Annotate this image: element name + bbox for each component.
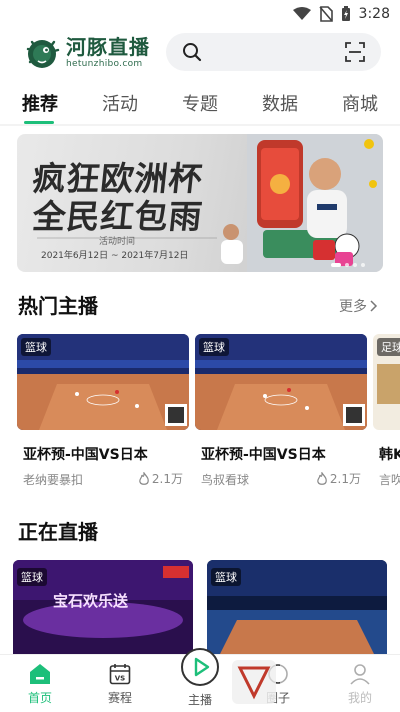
live-card-overlay-text: 宝石欢乐送 <box>53 592 129 610</box>
banner-subtitle: 活动时间 <box>99 237 136 247</box>
more-link[interactable]: 更多 <box>339 296 378 316</box>
battery-icon <box>341 6 350 21</box>
status-bar: 3:28 <box>0 0 400 28</box>
category-tabs: 推荐 活动 专题 数据 商城 <box>0 80 400 124</box>
nav-home-label: 首页 <box>27 691 52 705</box>
banner-pagination <box>331 263 365 267</box>
hot-stream-card[interactable]: 篮球 亚杯预-中国VS日本 老纳要暴扣 2.1万 <box>17 334 189 496</box>
stream-thumbnail: 篮球 <box>195 334 367 430</box>
site-watermark-logo <box>232 660 390 704</box>
app-header: 河豚直播 hetunzhibo.com <box>0 28 400 78</box>
live-stream-card[interactable]: 篮球 宝石欢乐送 <box>13 560 193 660</box>
sport-tag: 篮球 <box>199 338 229 356</box>
heat-value: 2.1万 <box>329 472 361 486</box>
tab-topics[interactable]: 专题 <box>182 90 218 116</box>
stream-title: 亚杯预-中国VS日本 <box>201 447 326 463</box>
nav-streamers[interactable]: 主播 <box>170 647 230 708</box>
hot-stream-card[interactable]: 足球 韩K 言吹 <box>373 334 400 496</box>
hot-stream-card[interactable]: 篮球 亚杯预-中国VS日本 鸟叔看球 2.1万 <box>195 334 367 496</box>
header-divider <box>0 124 400 126</box>
wifi-icon <box>292 7 311 20</box>
banner-dot <box>361 263 365 267</box>
status-time: 3:28 <box>358 6 390 22</box>
nav-home[interactable]: 首页 <box>10 663 70 706</box>
heat-count: 2.1万 <box>316 470 361 487</box>
banner-dot <box>331 263 341 267</box>
banner-date-range: 2021年6月12日 ~ 2021年7月12日 <box>41 251 189 261</box>
banner-dot <box>345 263 349 267</box>
scan-icon[interactable] <box>345 42 365 62</box>
play-circle-icon <box>181 648 219 686</box>
promo-banner[interactable]: 疯狂欧洲杯 全民红包雨 活动时间 2021年6月12日 ~ 2021年7月12日 <box>17 134 383 272</box>
flame-icon <box>139 471 149 485</box>
pufferfish-logo-icon <box>26 40 60 68</box>
heat-count: 2.1万 <box>138 470 183 487</box>
sport-tag: 篮球 <box>21 338 51 356</box>
streamer-name: 鸟叔看球 <box>201 473 250 487</box>
stream-thumbnail: 篮球 <box>17 334 189 430</box>
nav-schedule[interactable]: VS 赛程 <box>90 663 150 706</box>
streamer-name: 老纳要暴扣 <box>23 473 84 487</box>
nav-schedule-label: 赛程 <box>107 691 132 705</box>
tab-data[interactable]: 数据 <box>262 90 298 116</box>
sport-tag: 篮球 <box>17 568 47 586</box>
no-sim-icon <box>318 6 333 22</box>
app-logo[interactable]: 河豚直播 hetunzhibo.com <box>24 34 164 72</box>
live-stream-card[interactable]: 篮球 <box>207 560 387 660</box>
tab-mall[interactable]: 商城 <box>342 90 378 116</box>
chevron-right-icon <box>370 300 378 312</box>
heat-value: 2.1万 <box>151 472 183 486</box>
sport-tag: 篮球 <box>211 568 241 586</box>
home-icon <box>30 664 50 684</box>
banner-dot <box>353 263 357 267</box>
calendar-vs-icon: VS <box>109 664 131 685</box>
logo-name: 河豚直播 <box>66 35 150 59</box>
logo-domain: hetunzhibo.com <box>66 59 143 69</box>
stream-title: 韩K <box>379 447 400 463</box>
tab-activity[interactable]: 活动 <box>102 90 138 116</box>
streamer-name: 言吹 <box>379 473 400 487</box>
live-section-title: 正在直播 <box>18 520 98 544</box>
search-icon[interactable] <box>182 42 202 62</box>
sport-tag: 足球 <box>377 338 400 356</box>
tab-recommend[interactable]: 推荐 <box>22 90 58 116</box>
search-bar[interactable] <box>166 33 381 71</box>
svg-text:VS: VS <box>115 675 125 683</box>
more-label: 更多 <box>339 299 367 315</box>
nav-streamers-label: 主播 <box>187 693 212 707</box>
banner-title-line2: 全民红包雨 <box>30 197 205 236</box>
stream-thumbnail: 足球 <box>373 334 400 430</box>
hot-section-title: 热门主播 <box>18 294 98 318</box>
stream-title: 亚杯预-中国VS日本 <box>23 447 148 463</box>
flame-icon <box>317 471 327 485</box>
